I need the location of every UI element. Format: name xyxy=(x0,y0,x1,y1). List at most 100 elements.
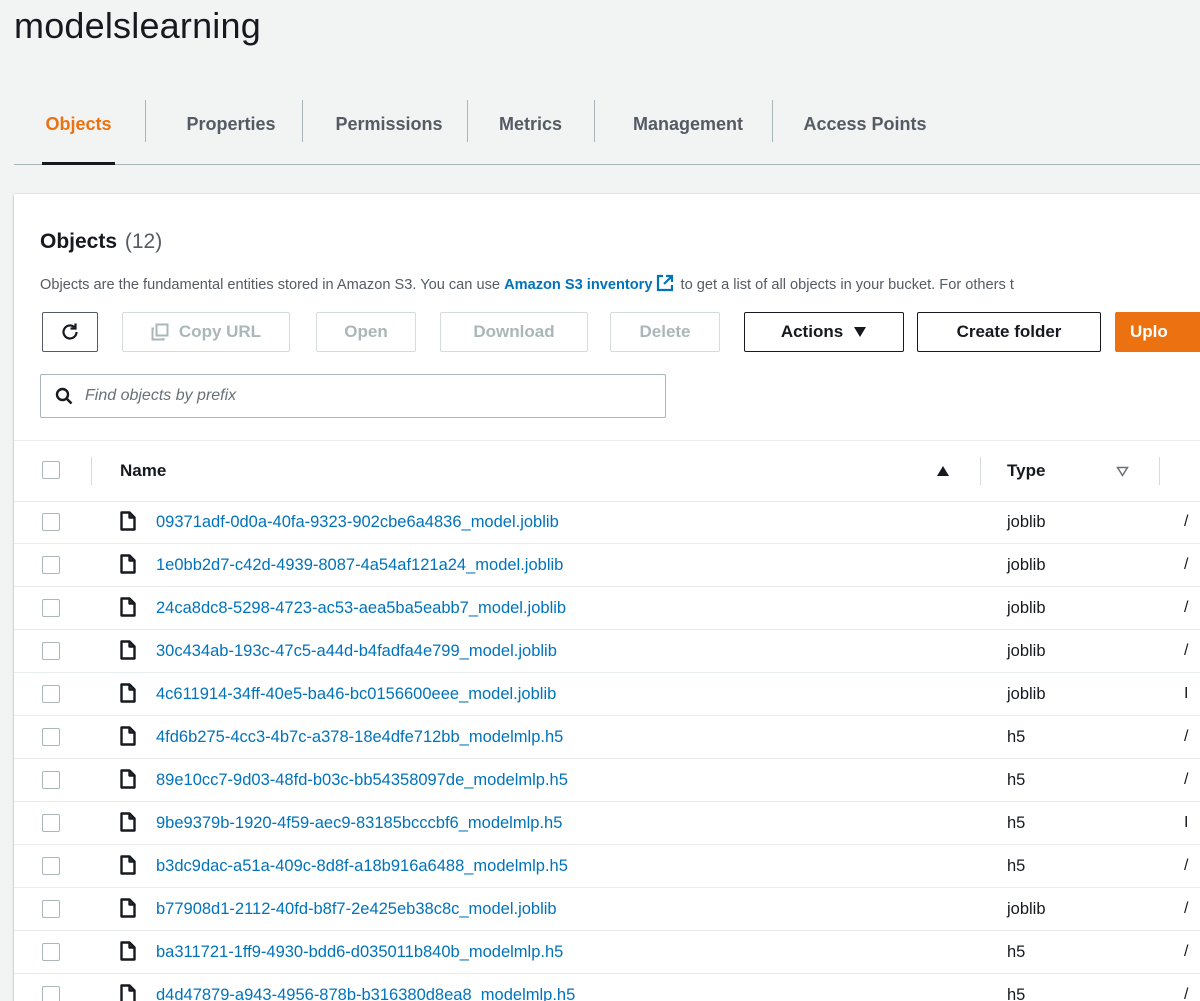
actions-label: Actions xyxy=(780,322,844,341)
tab-objects[interactable]: Objects xyxy=(42,86,115,165)
object-name-link[interactable]: 89e10cc7-9d03-48fd-b03c-bb54358097de_mod… xyxy=(156,759,568,801)
tab-access-points[interactable]: Access Points xyxy=(796,86,934,163)
download-button[interactable]: Download xyxy=(440,312,588,352)
column-divider xyxy=(1159,457,1160,485)
table-row: b77908d1-2112-40fd-b8f7-2e425eb38c8c_mod… xyxy=(14,888,1200,931)
file-icon xyxy=(120,597,136,617)
external-link-icon[interactable] xyxy=(656,274,674,296)
file-icon xyxy=(120,769,136,789)
row-checkbox[interactable] xyxy=(42,814,60,832)
file-icon xyxy=(120,898,136,918)
table-row: d4d47879-a943-4956-878b-b316380d8ea8_mod… xyxy=(14,974,1200,1001)
open-button[interactable]: Open xyxy=(316,312,416,352)
file-icon xyxy=(120,511,136,531)
table-row: b3dc9dac-a51a-409c-8d8f-a18b916a6488_mod… xyxy=(14,845,1200,888)
row-checkbox[interactable] xyxy=(42,556,60,574)
object-name-link[interactable]: d4d47879-a943-4956-878b-b316380d8ea8_mod… xyxy=(156,974,575,1001)
row-checkbox[interactable] xyxy=(42,900,60,918)
object-next-column-cell: / xyxy=(1184,728,1189,745)
objects-heading-label: Objects xyxy=(40,230,118,253)
object-next-column-cell: / xyxy=(1184,642,1189,659)
object-name-link[interactable]: 24ca8dc8-5298-4723-ac53-aea5ba5eabb7_mod… xyxy=(156,587,566,629)
object-next-column-cell: / xyxy=(1184,599,1189,616)
object-type: h5 xyxy=(1007,771,1026,789)
object-next-column-cell: I xyxy=(1184,685,1189,702)
tab-divider xyxy=(467,100,468,142)
row-checkbox[interactable] xyxy=(42,857,60,875)
upload-button[interactable]: Uplo xyxy=(1115,312,1200,352)
object-type: h5 xyxy=(1007,857,1026,875)
copy-url-label: Copy URL xyxy=(178,322,262,341)
object-name-link[interactable]: 09371adf-0d0a-40fa-9323-902cbe6a4836_mod… xyxy=(156,501,559,543)
s3-bucket-page: modelslearning Objects Properties Permis… xyxy=(0,0,1200,1001)
object-next-column-cell: I xyxy=(1184,814,1189,831)
file-icon xyxy=(120,812,136,832)
column-divider xyxy=(91,457,92,485)
tab-metrics[interactable]: Metrics xyxy=(489,86,572,163)
object-type: h5 xyxy=(1007,814,1026,832)
object-name-link[interactable]: 30c434ab-193c-47c5-a44d-b4fadfa4e799_mod… xyxy=(156,630,557,672)
copy-url-button[interactable]: Copy URL xyxy=(122,312,290,352)
row-checkbox[interactable] xyxy=(42,943,60,961)
select-all-checkbox[interactable] xyxy=(42,461,60,479)
object-type: joblib xyxy=(1007,556,1046,574)
file-icon xyxy=(120,683,136,703)
object-type: h5 xyxy=(1007,986,1026,1001)
row-checkbox[interactable] xyxy=(42,642,60,660)
row-checkbox[interactable] xyxy=(42,986,60,1001)
object-type: joblib xyxy=(1007,900,1046,918)
row-checkbox[interactable] xyxy=(42,599,60,617)
table-row: 4fd6b275-4cc3-4b7c-a378-18e4dfe712bb_mod… xyxy=(14,716,1200,759)
object-type: joblib xyxy=(1007,599,1046,617)
sort-unsorted-icon[interactable] xyxy=(1116,466,1129,477)
row-checkbox[interactable] xyxy=(42,728,60,746)
file-icon xyxy=(120,640,136,660)
objects-description: Objects are the fundamental entities sto… xyxy=(40,274,1014,296)
object-name-link[interactable]: ba311721-1ff9-4930-bdd6-d035011b840b_mod… xyxy=(156,931,563,973)
object-name-link[interactable]: b77908d1-2112-40fd-b8f7-2e425eb38c8c_mod… xyxy=(156,888,557,930)
delete-button[interactable]: Delete xyxy=(610,312,720,352)
object-next-column-cell: / xyxy=(1184,771,1189,788)
tab-divider xyxy=(302,100,303,142)
tab-divider xyxy=(772,100,773,142)
object-type: joblib xyxy=(1007,685,1046,703)
description-text-tail: to get a list of all objects in your buc… xyxy=(676,277,1014,293)
objects-container: Objects (12) Objects are the fundamental… xyxy=(14,194,1200,1001)
object-name-link[interactable]: b3dc9dac-a51a-409c-8d8f-a18b916a6488_mod… xyxy=(156,845,568,887)
file-icon xyxy=(120,855,136,875)
table-row: 4c611914-34ff-40e5-ba46-bc0156600eee_mod… xyxy=(14,673,1200,716)
column-header-name[interactable]: Name xyxy=(120,441,166,501)
table-row: 9be9379b-1920-4f59-aec9-83185bcccbf6_mod… xyxy=(14,802,1200,845)
object-name-link[interactable]: 4fd6b275-4cc3-4b7c-a378-18e4dfe712bb_mod… xyxy=(156,716,563,758)
tab-management[interactable]: Management xyxy=(615,86,761,163)
tab-permissions[interactable]: Permissions xyxy=(321,86,457,163)
object-name-link[interactable]: 1e0bb2d7-c42d-4939-8087-4a54af121a24_mod… xyxy=(156,544,563,586)
search-input[interactable] xyxy=(83,386,627,406)
object-next-column-cell: / xyxy=(1184,943,1189,960)
file-icon xyxy=(120,554,136,574)
object-next-column-cell: / xyxy=(1184,900,1189,917)
row-checkbox[interactable] xyxy=(42,513,60,531)
tab-properties[interactable]: Properties xyxy=(166,86,296,163)
object-name-link[interactable]: 4c611914-34ff-40e5-ba46-bc0156600eee_mod… xyxy=(156,673,556,715)
s3-inventory-link[interactable]: Amazon S3 inventory xyxy=(504,277,652,293)
column-header-type[interactable]: Type xyxy=(1007,441,1045,501)
object-type: joblib xyxy=(1007,642,1046,660)
actions-button[interactable]: Actions xyxy=(744,312,904,352)
row-checkbox[interactable] xyxy=(42,771,60,789)
refresh-icon xyxy=(60,322,80,342)
table-header: Name Type xyxy=(14,440,1200,502)
create-folder-button[interactable]: Create folder xyxy=(917,312,1101,352)
sort-ascending-icon[interactable] xyxy=(936,465,950,477)
refresh-button[interactable] xyxy=(42,312,98,352)
file-icon xyxy=(120,984,136,1001)
tab-divider xyxy=(145,100,146,142)
page-title: modelslearning xyxy=(14,5,261,46)
object-next-column-cell: / xyxy=(1184,513,1189,530)
table-row: ba311721-1ff9-4930-bdd6-d035011b840b_mod… xyxy=(14,931,1200,974)
table-row: 1e0bb2d7-c42d-4939-8087-4a54af121a24_mod… xyxy=(14,544,1200,587)
row-checkbox[interactable] xyxy=(42,685,60,703)
object-type: h5 xyxy=(1007,728,1026,746)
object-name-link[interactable]: 9be9379b-1920-4f59-aec9-83185bcccbf6_mod… xyxy=(156,802,562,844)
objects-heading: Objects (12) xyxy=(40,228,162,256)
